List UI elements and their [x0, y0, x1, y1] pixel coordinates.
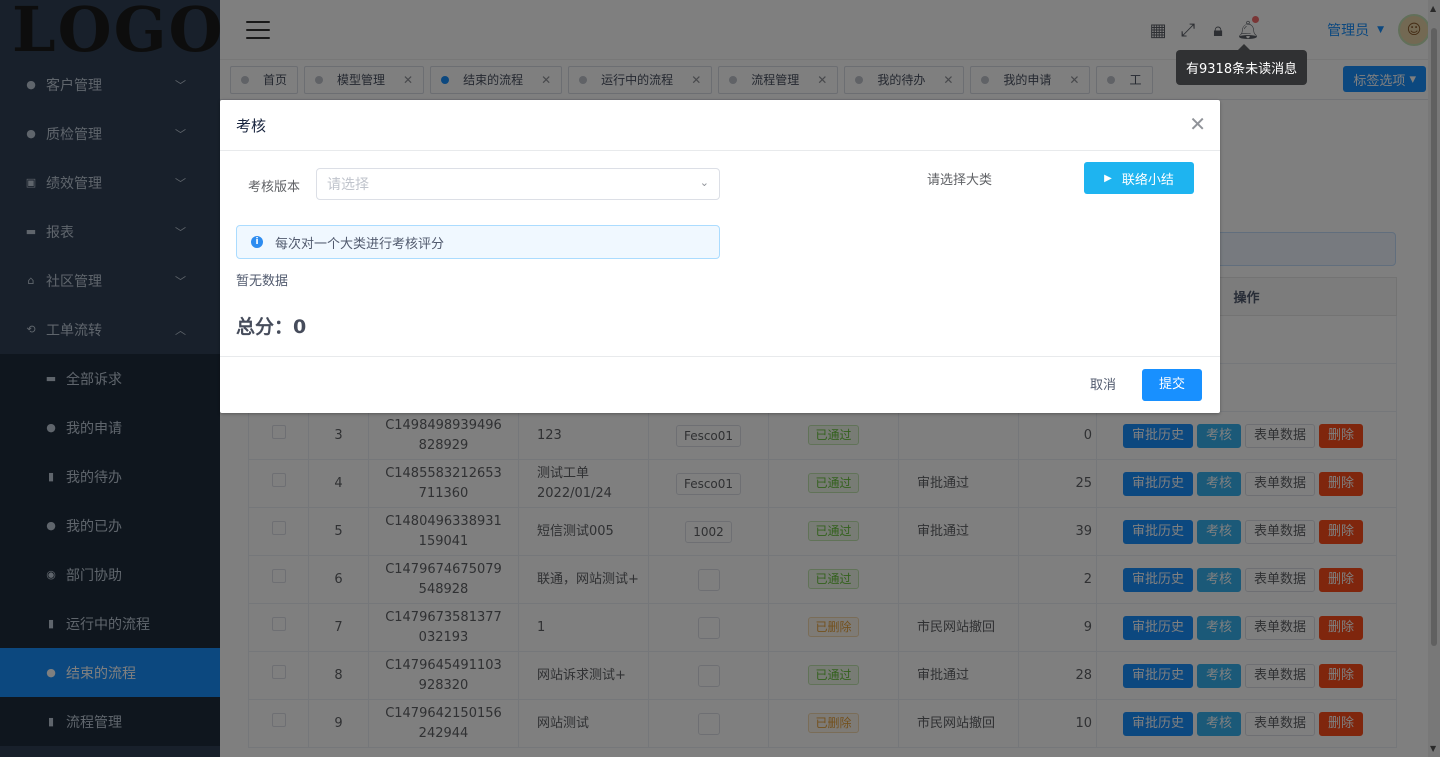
contact-summary-button[interactable]: ▶ 联络小结 — [1084, 162, 1194, 194]
notification-tooltip: 有9318条未读消息 — [1176, 44, 1308, 85]
choose-category-text: 请选择大类 — [927, 173, 993, 188]
total-score: 总分：0 — [236, 316, 307, 338]
version-label: 考核版本 — [248, 180, 301, 195]
alert-text: 每次对一个大类进行考核评分 — [275, 236, 445, 252]
close-icon[interactable]: ✕ — [1189, 114, 1206, 134]
contact-summary-label: 联络小结 — [1121, 172, 1174, 188]
info-icon: i — [251, 236, 263, 248]
submit-button[interactable]: 提交 — [1142, 369, 1202, 401]
cancel-button[interactable]: 取消 — [1082, 370, 1124, 402]
audit-dialog: 考核 ✕ 考核版本 请选择 ⌄ 请选择大类 ▶ 联络小结 i 每次对一个大类进行… — [220, 100, 1220, 413]
version-select[interactable]: 请选择 ⌄ — [316, 168, 720, 200]
dialog-header: 考核 ✕ — [220, 100, 1220, 151]
play-icon: ▶ — [1104, 172, 1112, 184]
chevron-down-icon: ⌄ — [699, 176, 709, 189]
dialog-title: 考核 — [236, 116, 267, 135]
no-data-text: 暂无数据 — [236, 274, 289, 289]
dialog-footer: 取消 提交 — [220, 356, 1220, 413]
version-placeholder: 请选择 — [327, 177, 369, 193]
info-alert: i 每次对一个大类进行考核评分 — [236, 225, 720, 259]
